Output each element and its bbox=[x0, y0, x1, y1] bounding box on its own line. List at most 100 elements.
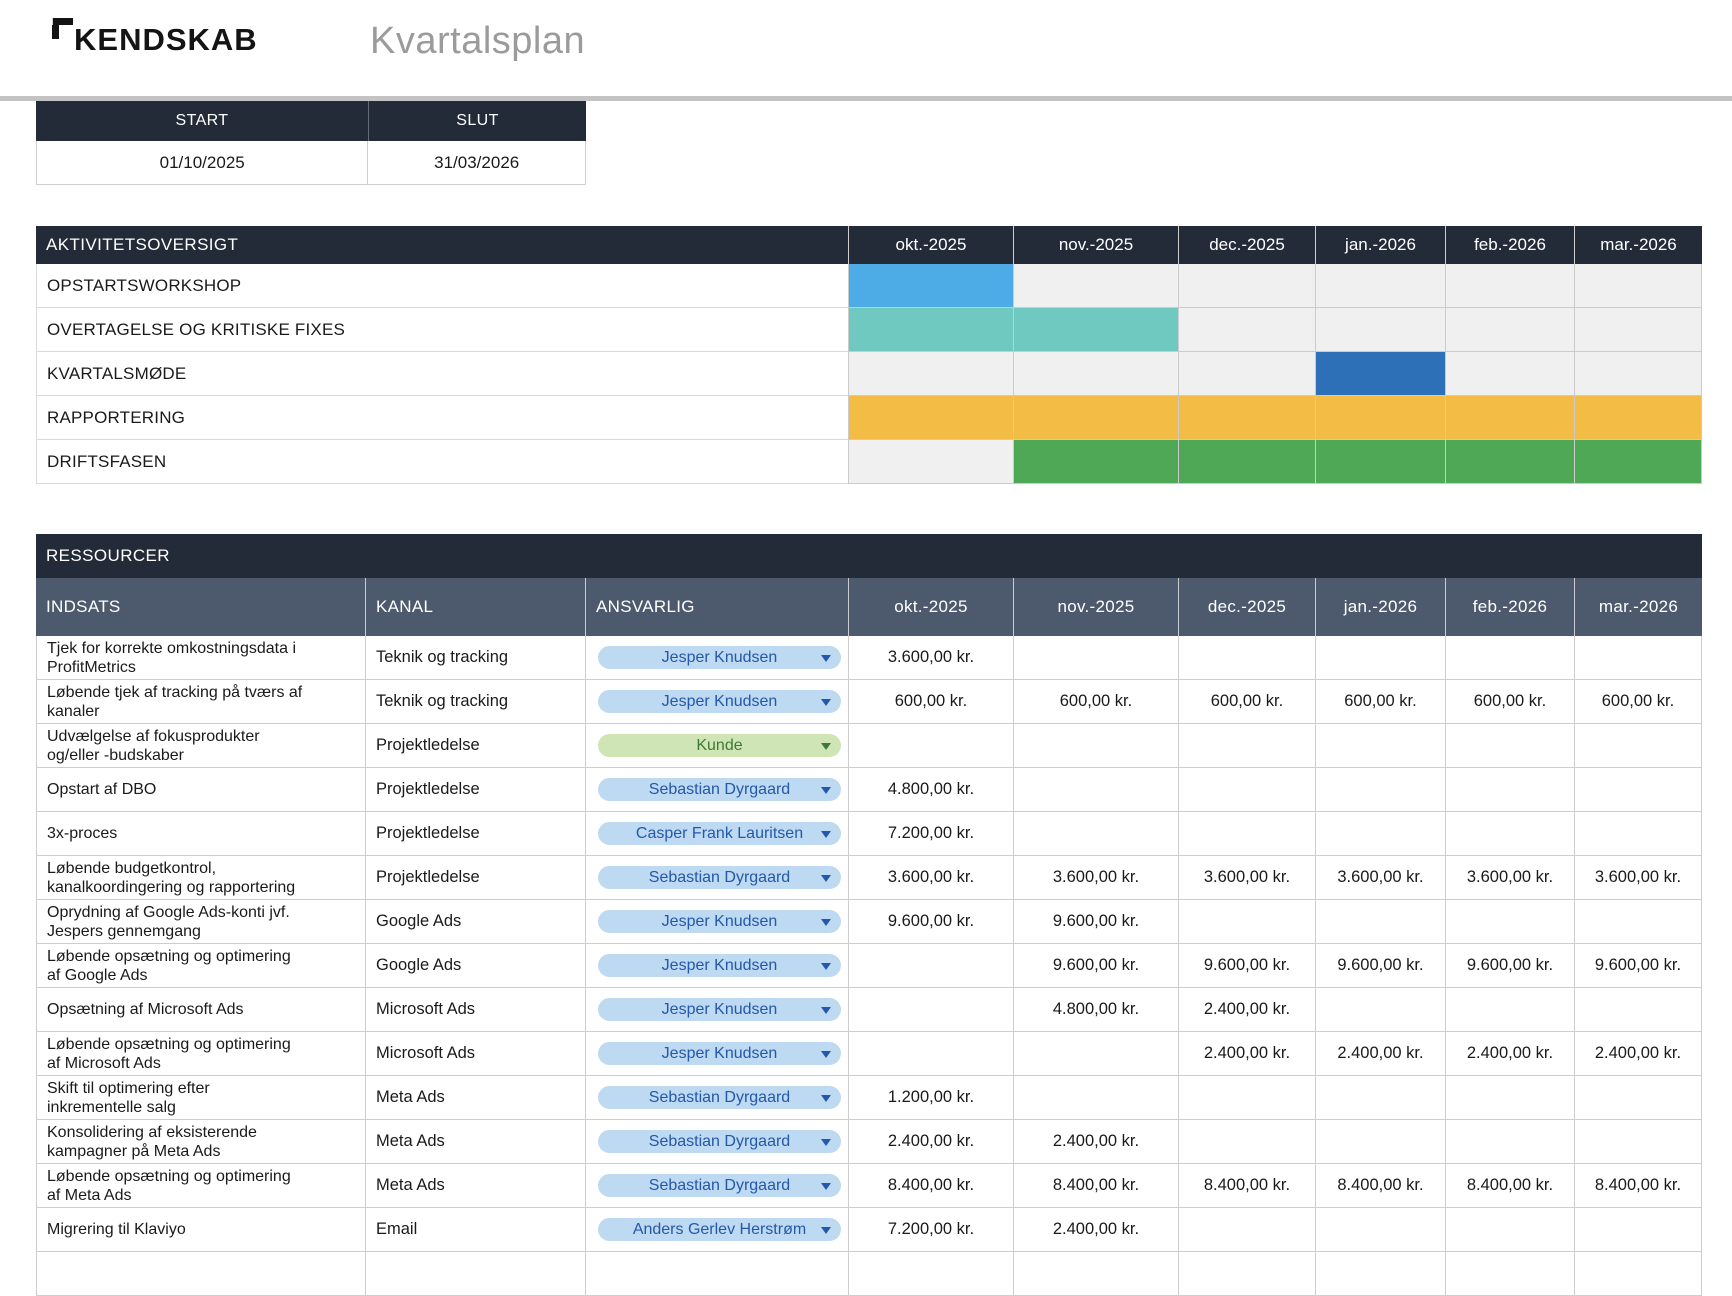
amount-cell[interactable]: 8.400,00 kr. bbox=[1013, 1164, 1178, 1208]
indsats-cell[interactable]: Løbende budgetkontrol, kanalkoordingerin… bbox=[36, 856, 365, 900]
amount-cell[interactable]: 7.200,00 kr. bbox=[848, 812, 1013, 856]
ansvarlig-dropdown[interactable]: Sebastian Dyrgaard bbox=[598, 1174, 841, 1197]
amount-cell[interactable]: 2.400,00 kr. bbox=[1574, 1032, 1702, 1076]
gantt-cell[interactable] bbox=[1178, 264, 1315, 308]
amount-cell[interactable] bbox=[848, 724, 1013, 768]
amount-cell[interactable] bbox=[1315, 988, 1445, 1032]
indsats-cell[interactable]: Løbende tjek af tracking på tværs af kan… bbox=[36, 680, 365, 724]
amount-cell[interactable] bbox=[1315, 636, 1445, 680]
amount-cell[interactable] bbox=[1574, 724, 1702, 768]
activity-row-label[interactable]: OPSTARTSWORKSHOP bbox=[36, 264, 848, 308]
gantt-cell[interactable] bbox=[1315, 440, 1445, 484]
amount-cell[interactable]: 4.800,00 kr. bbox=[1013, 988, 1178, 1032]
amount-cell[interactable] bbox=[1178, 1208, 1315, 1252]
kanal-cell[interactable]: Email bbox=[365, 1208, 585, 1252]
activity-row-label[interactable]: OVERTAGELSE OG KRITISKE FIXES bbox=[36, 308, 848, 352]
amount-cell[interactable]: 2.400,00 kr. bbox=[1178, 1032, 1315, 1076]
gantt-cell[interactable] bbox=[848, 352, 1013, 396]
ansvarlig-dropdown[interactable]: Sebastian Dyrgaard bbox=[598, 1086, 841, 1109]
ansvarlig-dropdown[interactable]: Jesper Knudsen bbox=[598, 998, 841, 1021]
ansvarlig-dropdown[interactable]: Jesper Knudsen bbox=[598, 1042, 841, 1065]
kanal-cell[interactable] bbox=[365, 1252, 585, 1296]
indsats-cell[interactable] bbox=[36, 1252, 365, 1296]
gantt-cell[interactable] bbox=[1013, 264, 1178, 308]
kanal-cell[interactable]: Meta Ads bbox=[365, 1164, 585, 1208]
amount-cell[interactable] bbox=[1315, 1120, 1445, 1164]
amount-cell[interactable] bbox=[1574, 900, 1702, 944]
amount-cell[interactable]: 4.800,00 kr. bbox=[848, 768, 1013, 812]
amount-cell[interactable] bbox=[848, 944, 1013, 988]
ansvarlig-dropdown[interactable]: Jesper Knudsen bbox=[598, 646, 841, 669]
kanal-cell[interactable]: Projektledelse bbox=[365, 768, 585, 812]
amount-cell[interactable] bbox=[1013, 1076, 1178, 1120]
amount-cell[interactable] bbox=[1574, 1252, 1702, 1296]
amount-cell[interactable] bbox=[1178, 724, 1315, 768]
gantt-cell[interactable] bbox=[1574, 264, 1702, 308]
amount-cell[interactable] bbox=[1445, 1120, 1574, 1164]
amount-cell[interactable] bbox=[1315, 1076, 1445, 1120]
amount-cell[interactable] bbox=[1013, 636, 1178, 680]
indsats-cell[interactable]: Opstart af DBO bbox=[36, 768, 365, 812]
amount-cell[interactable]: 9.600,00 kr. bbox=[1574, 944, 1702, 988]
amount-cell[interactable]: 2.400,00 kr. bbox=[848, 1120, 1013, 1164]
gantt-cell[interactable] bbox=[1574, 308, 1702, 352]
amount-cell[interactable] bbox=[1178, 1120, 1315, 1164]
ansvarlig-dropdown[interactable]: Jesper Knudsen bbox=[598, 910, 841, 933]
gantt-cell[interactable] bbox=[1178, 396, 1315, 440]
gantt-cell[interactable] bbox=[1445, 440, 1574, 484]
amount-cell[interactable] bbox=[1445, 1208, 1574, 1252]
gantt-cell[interactable] bbox=[848, 440, 1013, 484]
kanal-cell[interactable]: Google Ads bbox=[365, 944, 585, 988]
amount-cell[interactable] bbox=[1574, 988, 1702, 1032]
amount-cell[interactable] bbox=[1574, 636, 1702, 680]
amount-cell[interactable] bbox=[848, 1032, 1013, 1076]
gantt-cell[interactable] bbox=[1445, 264, 1574, 308]
amount-cell[interactable] bbox=[848, 1252, 1013, 1296]
indsats-cell[interactable]: Konsolidering af eksisterende kampagner … bbox=[36, 1120, 365, 1164]
ansvarlig-dropdown[interactable]: Casper Frank Lauritsen bbox=[598, 822, 841, 845]
activity-row-label[interactable]: RAPPORTERING bbox=[36, 396, 848, 440]
amount-cell[interactable]: 9.600,00 kr. bbox=[1315, 944, 1445, 988]
kanal-cell[interactable]: Meta Ads bbox=[365, 1120, 585, 1164]
amount-cell[interactable]: 3.600,00 kr. bbox=[1178, 856, 1315, 900]
amount-cell[interactable]: 2.400,00 kr. bbox=[1445, 1032, 1574, 1076]
amount-cell[interactable]: 3.600,00 kr. bbox=[1315, 856, 1445, 900]
kanal-cell[interactable]: Teknik og tracking bbox=[365, 680, 585, 724]
ansvarlig-dropdown[interactable]: Jesper Knudsen bbox=[598, 954, 841, 977]
indsats-cell[interactable]: Tjek for korrekte omkostningsdata i Prof… bbox=[36, 636, 365, 680]
amount-cell[interactable] bbox=[1013, 768, 1178, 812]
indsats-cell[interactable]: Løbende opsætning og optimering af Googl… bbox=[36, 944, 365, 988]
amount-cell[interactable]: 600,00 kr. bbox=[1445, 680, 1574, 724]
period-end-value-cell[interactable]: 31/03/2026 bbox=[367, 141, 585, 184]
amount-cell[interactable]: 3.600,00 kr. bbox=[1013, 856, 1178, 900]
amount-cell[interactable] bbox=[1178, 1076, 1315, 1120]
amount-cell[interactable]: 8.400,00 kr. bbox=[1315, 1164, 1445, 1208]
ansvarlig-dropdown[interactable]: Anders Gerlev Herstrøm bbox=[598, 1218, 841, 1241]
kanal-cell[interactable]: Projektledelse bbox=[365, 812, 585, 856]
kanal-cell[interactable]: Meta Ads bbox=[365, 1076, 585, 1120]
amount-cell[interactable]: 8.400,00 kr. bbox=[1445, 1164, 1574, 1208]
amount-cell[interactable]: 3.600,00 kr. bbox=[1445, 856, 1574, 900]
amount-cell[interactable] bbox=[1574, 1208, 1702, 1252]
ansvarlig-dropdown[interactable]: Kunde bbox=[598, 734, 841, 757]
amount-cell[interactable] bbox=[1013, 724, 1178, 768]
amount-cell[interactable] bbox=[1574, 768, 1702, 812]
ansvarlig-cell[interactable] bbox=[585, 1252, 848, 1296]
amount-cell[interactable] bbox=[1445, 1252, 1574, 1296]
amount-cell[interactable] bbox=[1315, 1252, 1445, 1296]
amount-cell[interactable] bbox=[1574, 1076, 1702, 1120]
amount-cell[interactable]: 3.600,00 kr. bbox=[848, 636, 1013, 680]
amount-cell[interactable]: 9.600,00 kr. bbox=[1445, 944, 1574, 988]
amount-cell[interactable]: 600,00 kr. bbox=[1178, 680, 1315, 724]
amount-cell[interactable]: 8.400,00 kr. bbox=[848, 1164, 1013, 1208]
gantt-cell[interactable] bbox=[1013, 396, 1178, 440]
amount-cell[interactable] bbox=[1315, 1208, 1445, 1252]
gantt-cell[interactable] bbox=[848, 308, 1013, 352]
gantt-cell[interactable] bbox=[1574, 396, 1702, 440]
amount-cell[interactable] bbox=[1445, 988, 1574, 1032]
amount-cell[interactable] bbox=[1445, 636, 1574, 680]
gantt-cell[interactable] bbox=[1315, 352, 1445, 396]
gantt-cell[interactable] bbox=[1013, 308, 1178, 352]
amount-cell[interactable]: 3.600,00 kr. bbox=[848, 856, 1013, 900]
gantt-cell[interactable] bbox=[1445, 308, 1574, 352]
